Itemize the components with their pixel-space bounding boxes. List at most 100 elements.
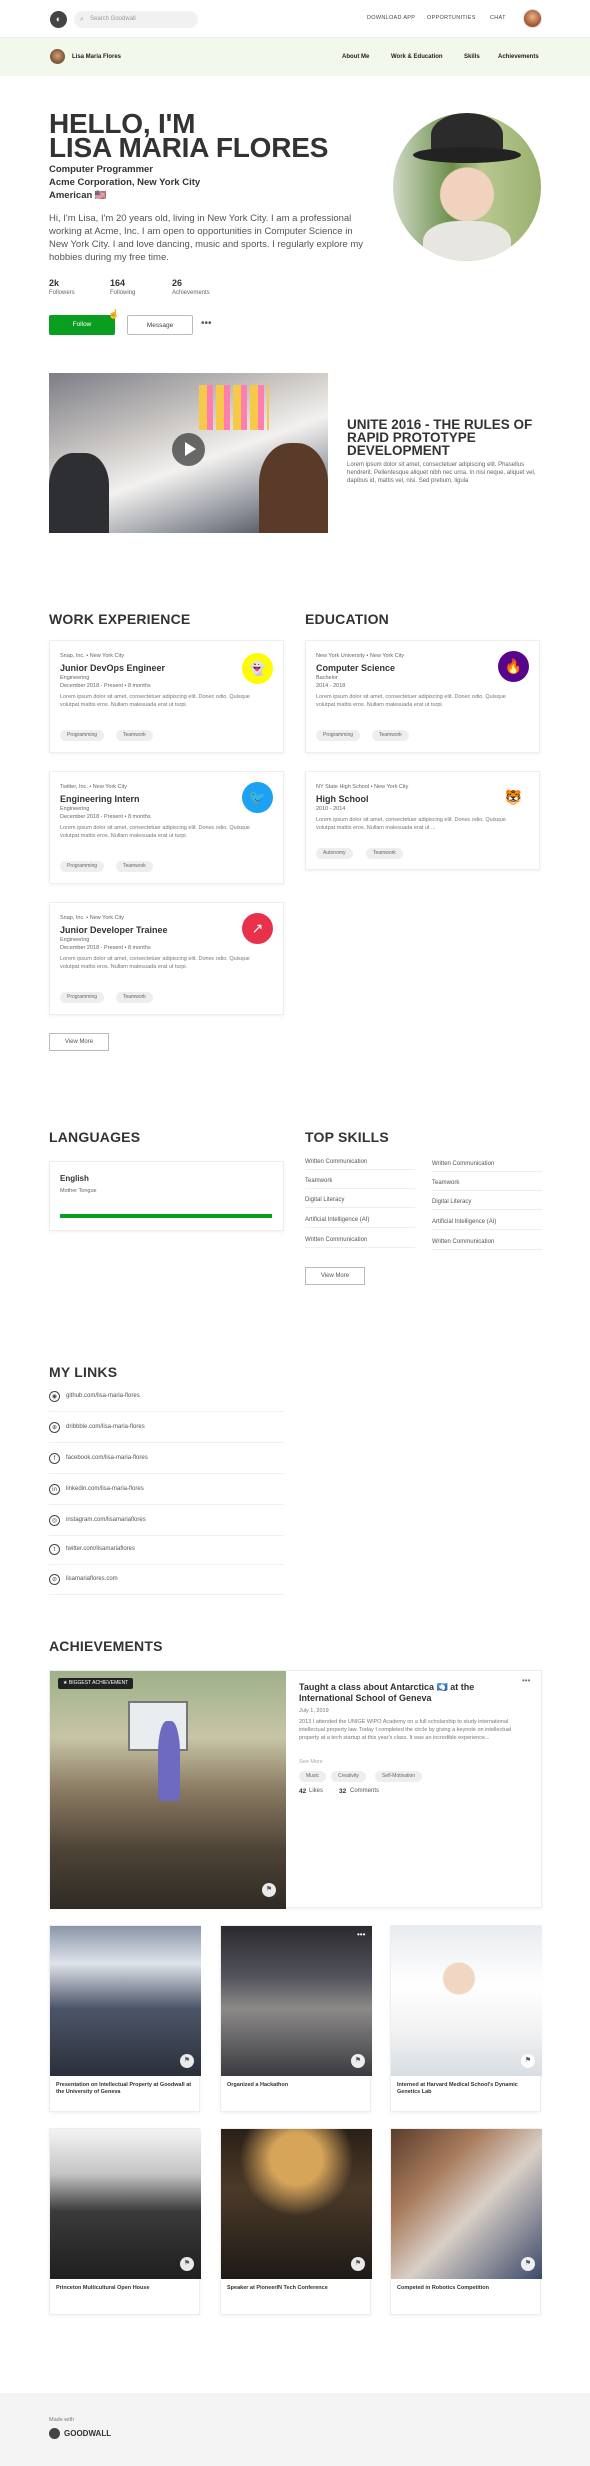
hero-line2: LISA MARIA FLORES xyxy=(49,132,329,163)
comments-label[interactable]: Comments xyxy=(350,1788,379,1794)
medal-icon[interactable]: ⚑ xyxy=(521,2054,535,2068)
play-icon[interactable] xyxy=(172,433,205,466)
shirt-shape xyxy=(423,221,511,261)
medal-icon[interactable]: ⚑ xyxy=(180,2054,194,2068)
links-heading: MY LINKS xyxy=(49,1364,118,1380)
facebook-icon: f xyxy=(49,1453,60,1464)
link-text[interactable]: instagram.com/lisamariaflores xyxy=(66,1517,146,1523)
education-card[interactable]: New York University • New York City Comp… xyxy=(305,640,540,753)
goodwall-brand[interactable]: GOODWALL xyxy=(64,2429,111,2438)
work-card[interactable]: Twitter, Inc. • New York City Engineerin… xyxy=(49,771,284,884)
education-card[interactable]: NY State High School • New York City Hig… xyxy=(305,771,540,870)
profile-avatar xyxy=(50,49,65,64)
hero-bio: Hi, I'm Lisa, I'm 20 years old, living i… xyxy=(49,213,363,263)
work-dept: Engineering xyxy=(60,675,90,681)
follow-button[interactable]: Follow xyxy=(49,315,115,335)
work-title: Engineering Intern xyxy=(60,794,140,804)
website-icon: ⊘ xyxy=(49,1574,60,1585)
work-title: Junior DevOps Engineer xyxy=(60,663,166,673)
view-more-skills-button[interactable]: View More xyxy=(305,1267,365,1285)
link-text[interactable]: dribbble.com/lisa-maria-flores xyxy=(66,1424,145,1430)
achievement-card[interactable]: ⚑ Princeton Multicultural Open House xyxy=(49,2128,201,2315)
footer: Made with GOODWALL xyxy=(0,2393,590,2466)
link-row[interactable]: in linkedin.com/lisa-maria-flores xyxy=(49,1481,284,1505)
teacher-shape xyxy=(158,1721,180,1801)
work-card[interactable]: Snap, Inc. • New York City Junior DevOps… xyxy=(49,640,284,753)
tag-chip: Teamwork xyxy=(116,992,153,1003)
medal-icon[interactable]: ⚑ xyxy=(262,1883,276,1897)
more-options-button[interactable]: ••• xyxy=(201,318,212,329)
nyu-torch-icon: 🔥 xyxy=(498,651,529,682)
link-row[interactable]: ⊘ lisamariaflores.com xyxy=(49,1571,284,1595)
work-heading: WORK EXPERIENCE xyxy=(49,611,191,627)
achievement-card[interactable]: ⚑ Interned at Harvard Medical School's D… xyxy=(390,1925,542,2112)
nav-chat[interactable]: CHAT xyxy=(490,15,506,21)
badge-label: BIGGEST ACHIEVEMENT xyxy=(68,1680,129,1686)
edu-title: Computer Science xyxy=(316,663,396,673)
tag-chip: Programming xyxy=(60,861,105,872)
tab-achievements[interactable]: Achievements xyxy=(498,54,539,60)
link-text[interactable]: linkedin.com/lisa-maria-flores xyxy=(66,1486,144,1492)
goodwall-logo-icon[interactable]: ◐ xyxy=(50,11,67,28)
skills-heading: TOP SKILLS xyxy=(305,1129,389,1145)
hero-company: Acme Corporation, New York City xyxy=(49,177,201,188)
video-player[interactable] xyxy=(49,373,328,533)
link-text[interactable]: facebook.com/lisa-maria-flores xyxy=(66,1455,148,1461)
stat-following-label: Following xyxy=(110,290,136,296)
link-row[interactable]: t twitter.com/lisamariaflores xyxy=(49,1541,284,1565)
work-dates: December 2018 - Present • 8 months xyxy=(60,945,151,951)
work-org: Snap, Inc. • New York City xyxy=(60,915,124,921)
link-text[interactable]: twitter.com/lisamariaflores xyxy=(66,1546,135,1552)
person-shape xyxy=(49,453,109,533)
profile-name: Lisa Maria Flores xyxy=(72,54,122,60)
message-button[interactable]: Message xyxy=(127,315,193,335)
link-row[interactable]: ⊕ dribbble.com/lisa-maria-flores xyxy=(49,1419,284,1443)
see-more-link[interactable]: See More xyxy=(299,1759,323,1765)
medal-icon[interactable]: ⚑ xyxy=(521,2257,535,2271)
tab-work-education[interactable]: Work & Education xyxy=(391,54,443,60)
stat-achievements-value: 26 xyxy=(172,278,183,288)
dribbble-icon: ⊕ xyxy=(49,1422,60,1433)
medal-icon[interactable]: ⚑ xyxy=(351,2257,365,2271)
achievement-card[interactable]: ⚑ Competed in Robotics Competition xyxy=(390,2128,542,2315)
link-text[interactable]: lisamariaflores.com xyxy=(66,1576,118,1582)
link-text[interactable]: github.com/lisa-maria-flores xyxy=(66,1393,140,1399)
featured-achievement-card[interactable]: ★ BIGGEST ACHIEVEMENT ⚑ Taught a class a… xyxy=(49,1670,542,1909)
biggest-achievement-badge: ★ BIGGEST ACHIEVEMENT xyxy=(58,1678,134,1689)
achievement-card[interactable]: ••• ⚑ Organized a Hackathon xyxy=(220,1925,372,2112)
achievement-card[interactable]: ⚑ Presentation on Intellectual Property … xyxy=(49,1925,201,2112)
medal-icon[interactable]: ⚑ xyxy=(180,2257,194,2271)
twitter-icon: 🐦 xyxy=(242,782,273,813)
stat-followers-value: 2k xyxy=(49,278,60,288)
goodwall-logo-icon xyxy=(49,2428,60,2439)
featured-achievement-photo: ★ BIGGEST ACHIEVEMENT ⚑ xyxy=(50,1671,286,1909)
medal-icon[interactable]: ⚑ xyxy=(351,2054,365,2068)
work-dates: December 2018 - Present • 8 months xyxy=(60,814,151,820)
tag-chip: Programming xyxy=(60,730,105,741)
tiger-mascot-icon: 🐯 xyxy=(498,782,529,813)
achievement-photo xyxy=(221,2129,372,2279)
view-more-work-button[interactable]: View More xyxy=(49,1033,109,1051)
featured-more-button[interactable]: ••• xyxy=(522,1676,530,1685)
tab-about-me[interactable]: About Me xyxy=(342,54,369,60)
link-row[interactable]: ◎ instagram.com/lisamariaflores xyxy=(49,1512,284,1536)
achievement-card[interactable]: ⚑ Speaker at PioneerIN Tech Conference xyxy=(220,2128,372,2315)
skill-item: Teamwork xyxy=(432,1180,542,1191)
nav-download-app[interactable]: DOWNLOAD APP xyxy=(367,15,415,21)
tab-skills[interactable]: Skills xyxy=(464,54,480,60)
likes-label[interactable]: Likes xyxy=(309,1788,323,1794)
avatar[interactable] xyxy=(523,9,542,28)
more-options-icon[interactable]: ••• xyxy=(357,1930,365,1939)
profile-subbar: Lisa Maria Flores About Me Work & Educat… xyxy=(0,38,590,76)
hero-role: Computer Programmer xyxy=(49,164,153,175)
language-progress-track xyxy=(60,1214,272,1218)
nav-opportunities[interactable]: OPPORTUNITIES xyxy=(427,15,476,21)
work-dept: Engineering xyxy=(60,937,90,943)
link-row[interactable]: f facebook.com/lisa-maria-flores xyxy=(49,1450,284,1474)
search-input[interactable]: ⌕ Search Goodwall xyxy=(74,11,198,28)
linkedin-icon: in xyxy=(49,1484,60,1495)
tag-chip: Programming xyxy=(316,730,361,741)
link-row[interactable]: ◉ github.com/lisa-maria-flores xyxy=(49,1388,284,1412)
work-card[interactable]: Snap, Inc. • New York City Junior Develo… xyxy=(49,902,284,1015)
work-dates: December 2018 - Present • 8 months xyxy=(60,683,151,689)
